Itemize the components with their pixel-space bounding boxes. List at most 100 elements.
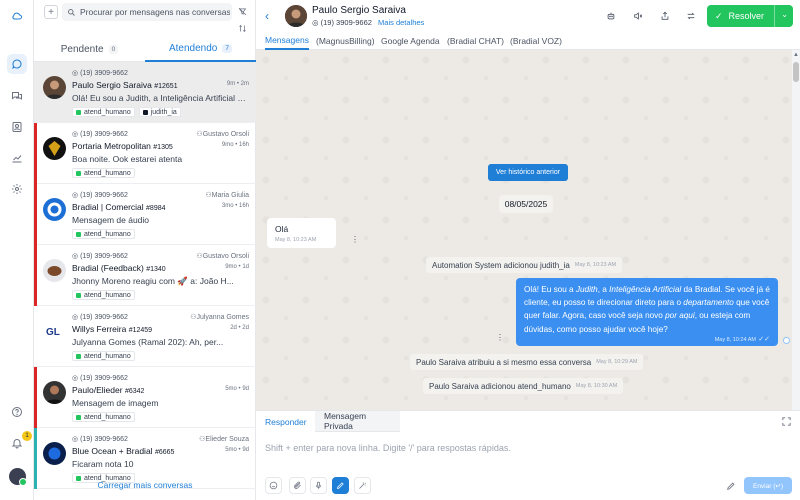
system-text: Automation System adicionou judith_ia (432, 260, 570, 270)
magic-wand-icon (359, 482, 366, 489)
system-message: Paulo Saraiva atribuiu a si mesmo essa c… (410, 354, 644, 370)
pen-icon (336, 482, 344, 490)
last-message: Olá! Eu sou a Judith, a Inteligência Art… (72, 93, 250, 103)
contact-avatar[interactable] (285, 5, 307, 27)
audio-button[interactable] (310, 477, 327, 494)
last-message: Boa noite. Ook estarei atenta (72, 154, 183, 164)
last-message: Mensagem de áudio (72, 215, 150, 225)
reply-composer: Responder Mensagem Privada Enviar (↵) (256, 410, 800, 500)
conversation-list-panel: + Pendente 0 Atendendo 7 ◎ (19) 3909-966… (34, 0, 256, 500)
new-conversation-button[interactable]: + (44, 5, 58, 19)
signature-button[interactable] (332, 477, 349, 494)
message-options-icon[interactable]: ⋮ (351, 235, 359, 244)
conversation-avatar (43, 381, 66, 404)
label-tag: atend_humano (72, 168, 135, 178)
filter-icon[interactable] (235, 4, 249, 18)
conversation-item[interactable]: ◎ (19) 3909-9662 Paulo Sergio Saraiva #12… (34, 62, 256, 123)
contacts-icon[interactable] (7, 117, 27, 137)
reports-icon[interactable] (7, 148, 27, 168)
whatsapp-icon: ◎ (312, 18, 319, 27)
priority-bar (34, 184, 37, 245)
chevron-down-icon[interactable]: ⌄ (781, 10, 788, 19)
priority-bar (34, 245, 37, 306)
contact-phone-row: ◎ (19) 3909-9662 Mais detalhes (312, 18, 424, 27)
scroll-up-icon[interactable]: ▲ (793, 52, 799, 58)
assigned-agent: ⚇Gustavo Orsoli (196, 131, 249, 138)
search-input[interactable] (80, 7, 230, 17)
scrollbar-thumb[interactable] (793, 62, 799, 82)
resolve-button[interactable]: ✓ Resolver ⌄ (707, 5, 793, 27)
conversation-name: Paulo/Elieder #6342 (72, 385, 145, 395)
tab-bradial-chat[interactable]: (Bradial CHAT) (447, 32, 504, 50)
conversation-item[interactable]: ◎ (19) 3909-9662 ⚇Gustavo Orsoli Bradial (… (34, 245, 256, 306)
tab-label: Atendendo (168, 42, 218, 54)
tab-atendendo[interactable]: Atendendo 7 (145, 36, 256, 62)
priority-bar (34, 123, 37, 184)
message-time: May 8, 10:23 AM (275, 237, 317, 243)
conversation-item[interactable]: ◎ (19) 3909-9662 ⚇Maria Giulia Bradial | C… (34, 184, 256, 245)
system-time: May 8, 10:23 AM (574, 262, 617, 268)
share-icon[interactable] (658, 9, 672, 23)
contact-name: Paulo Sergio Saraiva (312, 5, 406, 16)
transfer-icon[interactable] (684, 9, 698, 23)
system-time: May 8, 10:30 AM (575, 383, 618, 389)
view-history-button[interactable]: Ver histórico anterior (488, 164, 568, 181)
conversation-name: Willys Ferreira #12459 (72, 324, 153, 334)
conversation-item[interactable]: GL ◎ (19) 3909-9662 ⚇Julyanna Gomes Willys … (34, 306, 256, 367)
label-tags: atend_humano (72, 351, 135, 361)
inbox-phone: ◎ (19) 3909-9662 (72, 314, 128, 321)
tab-private-message[interactable]: Mensagem Privada (315, 411, 400, 432)
settings-gear-icon[interactable] (7, 179, 27, 199)
paperclip-icon (294, 481, 301, 489)
outgoing-message[interactable]: Olá! Eu sou a Judith, a Inteligência Art… (516, 278, 778, 346)
tab-label: Pendente (60, 43, 104, 55)
send-button[interactable]: Enviar (↵) (744, 477, 792, 494)
tab-google-agenda[interactable]: Google Agenda (381, 32, 440, 50)
conversation-avatar (43, 137, 66, 160)
conversation-avatar: GL (43, 320, 66, 343)
back-arrow-icon[interactable]: ‹ (265, 9, 269, 23)
nav-rail: 1 (0, 0, 34, 500)
conversation-item[interactable]: ◎ (19) 3909-9662 ⚇Gustavo Orsoli Portaria … (34, 123, 256, 184)
integration-tabs: Mensagens (MagnusBilling) Google Agenda … (256, 32, 800, 50)
last-message: Mensagem de imagem (72, 398, 159, 408)
tab-reply[interactable]: Responder (256, 411, 316, 432)
system-message: Paulo Saraiva adicionou atend_humano May… (423, 378, 624, 394)
sort-icon[interactable] (235, 21, 249, 35)
label-tag: atend_humano (72, 229, 135, 239)
conversation-time: 9mo • 16h (221, 142, 249, 148)
tab-bradial-voz[interactable]: (Bradial VOZ) (510, 32, 562, 50)
reply-input[interactable] (265, 443, 765, 453)
conversation-item[interactable]: ◎ (19) 3909-9662 Paulo/Elieder #6342 5mo •… (34, 367, 256, 428)
more-details-link[interactable]: Mais detalhes (378, 18, 424, 27)
tab-count: 7 (222, 43, 232, 53)
label-tags: atend_humano (72, 229, 135, 239)
message-text: Olá (275, 224, 289, 234)
conversation-avatar (43, 259, 66, 282)
chat-scrollbar[interactable]: ▲ (792, 50, 800, 410)
help-icon[interactable] (7, 402, 27, 422)
emoji-button[interactable] (265, 477, 282, 494)
chat-bubbles-icon[interactable] (7, 86, 27, 106)
incoming-message[interactable]: Olá May 8, 10:23 AM (267, 218, 336, 248)
bot-icon[interactable] (604, 9, 618, 23)
last-message: Julyanna Gomes (Ramal 202): Ah, per... (72, 337, 224, 347)
label-tags: atend_humano (72, 412, 135, 422)
attach-button[interactable] (289, 477, 306, 494)
assigned-agent: ⚇Maria Giulia (205, 192, 249, 199)
system-text: Paulo Saraiva atribuiu a si mesmo essa c… (416, 357, 592, 367)
mute-icon[interactable] (631, 9, 645, 23)
message-options-icon[interactable]: ⋮ (496, 333, 504, 342)
signature-toggle-icon[interactable] (726, 481, 736, 491)
tab-pendente[interactable]: Pendente 0 (34, 36, 145, 62)
expand-icon[interactable] (781, 416, 792, 427)
tab-mensagens[interactable]: Mensagens (265, 32, 309, 50)
conversations-icon[interactable] (7, 54, 27, 74)
contact-phone: (19) 3909-9662 (320, 18, 372, 27)
user-avatar[interactable] (9, 468, 27, 486)
label-tag: atend_humano (72, 290, 135, 300)
ai-assist-button[interactable] (354, 477, 371, 494)
cloud-logo-icon[interactable] (7, 6, 27, 26)
tab-magnusbilling[interactable]: (MagnusBilling) (316, 32, 375, 50)
load-more-link[interactable]: Carregar mais conversas (34, 480, 256, 490)
